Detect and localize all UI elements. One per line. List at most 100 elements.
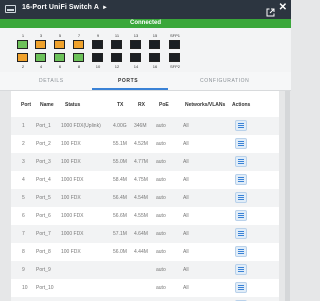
tab-details[interactable]: DETAILS [39, 78, 64, 84]
cell-tx: 57.1M [113, 231, 127, 237]
cell-poe: auto [156, 285, 166, 291]
port-16[interactable] [149, 53, 160, 62]
cell-vlans: All [183, 123, 189, 129]
port-number-label: 13 [133, 33, 139, 38]
col-header-tx: TX [117, 102, 124, 108]
expand-icon[interactable] [266, 4, 275, 17]
col-header-port: Port [21, 102, 31, 108]
port-number-label: 12 [114, 64, 120, 69]
cell-port: 3 [22, 159, 25, 165]
cell-vlans: All [183, 249, 189, 255]
table-row: 10 Port_10 auto All [11, 279, 279, 297]
chevron-right-icon: ► [102, 5, 109, 11]
port-sfp2[interactable] [169, 53, 180, 62]
edit-icon [238, 123, 244, 128]
port-12[interactable] [111, 53, 122, 62]
port-number-label: SFP2 [169, 64, 180, 69]
port-10[interactable] [92, 53, 103, 62]
cell-port: 6 [22, 213, 25, 219]
cell-poe: auto [156, 249, 166, 255]
cell-port: 10 [22, 285, 28, 291]
cell-name: Port_3 [36, 159, 51, 165]
port-number-label: SFP1 [169, 33, 180, 38]
port-sfp1[interactable] [169, 40, 180, 49]
cell-tx: 56.4M [113, 195, 127, 201]
port-2[interactable] [17, 53, 28, 62]
edit-icon [238, 249, 244, 254]
edit-port-button[interactable] [235, 138, 247, 149]
port-3[interactable] [35, 40, 46, 49]
cell-port: 2 [22, 141, 25, 147]
edit-port-button[interactable] [235, 246, 247, 257]
cell-name: Port_4 [36, 177, 51, 183]
cell-status: 100 FDX [61, 141, 81, 147]
edit-port-button[interactable] [235, 120, 247, 131]
port-9[interactable] [92, 40, 103, 49]
tab-configuration[interactable]: CONFIGURATION [200, 78, 249, 84]
cell-poe: auto [156, 177, 166, 183]
cell-rx: 4.77M [134, 159, 148, 165]
port-8[interactable] [73, 53, 84, 62]
scrollbar[interactable] [285, 91, 290, 301]
edit-port-button[interactable] [235, 228, 247, 239]
col-header-poe: PoE [159, 102, 169, 108]
edit-port-button[interactable] [235, 192, 247, 203]
table-row: 1 Port_1 1000 FDX(Uplink) 4.00G 346M auto All [11, 117, 279, 135]
active-tab-indicator [92, 88, 168, 90]
cell-port: 7 [22, 231, 25, 237]
col-header-actions: Actions [232, 102, 251, 108]
table-row: 3 Port_3 100 FDX 55.0M 4.77M auto All [11, 153, 279, 171]
cell-poe: auto [156, 123, 166, 129]
table-row: 7 Port_7 1000 FDX 57.1M 4.64M auto All [11, 225, 279, 243]
cell-poe: auto [156, 159, 166, 165]
port-panel: 1 3 5 7 9 11 13 15 SFP1 2 4 6 8 10 12 14 16 SFP2 [0, 28, 291, 72]
table-row: 6 Port_6 1000 FDX 56.6M 4.55M auto All [11, 207, 279, 225]
port-7[interactable] [73, 40, 84, 49]
cell-vlans: All [183, 213, 189, 219]
port-number-label: 15 [152, 33, 158, 38]
cell-status: 100 FDX [61, 195, 81, 201]
edit-port-button[interactable] [235, 282, 247, 293]
edit-port-button[interactable] [235, 156, 247, 167]
edit-port-button[interactable] [235, 264, 247, 275]
switch-icon [5, 5, 16, 13]
cell-status: 100 FDX [61, 159, 81, 165]
close-icon[interactable]: ✕ [279, 2, 287, 14]
port-14[interactable] [130, 53, 141, 62]
edit-icon [238, 285, 244, 290]
port-1[interactable] [17, 40, 28, 49]
col-header-rx: RX [138, 102, 145, 108]
port-5[interactable] [54, 40, 65, 49]
cell-name: Port_9 [36, 267, 51, 273]
cell-vlans: All [183, 159, 189, 165]
port-6[interactable] [54, 53, 65, 62]
edit-port-button[interactable] [235, 174, 247, 185]
cell-status: 100 FDX [61, 249, 81, 255]
col-header-name: Name [40, 102, 54, 108]
cell-name: Port_8 [36, 249, 51, 255]
cell-tx: 55.0M [113, 159, 127, 165]
cell-status: 1000 FDX [61, 231, 84, 237]
cell-port: 9 [22, 267, 25, 273]
window-title[interactable]: 16-Port UniFi Switch A ► [22, 4, 108, 11]
cell-status: 1000 FDX [61, 213, 84, 219]
col-header-status: Status [65, 102, 81, 108]
edit-icon [238, 231, 244, 236]
cell-poe: auto [156, 213, 166, 219]
port-4[interactable] [35, 53, 46, 62]
edit-icon [238, 195, 244, 200]
cell-name: Port_5 [36, 195, 51, 201]
cell-poe: auto [156, 141, 166, 147]
port-13[interactable] [130, 40, 141, 49]
status-banner: Connected [0, 19, 291, 28]
cell-rx: 4.52M [134, 141, 148, 147]
tab-ports[interactable]: PORTS [118, 78, 138, 84]
edit-port-button[interactable] [235, 210, 247, 221]
port-11[interactable] [111, 40, 122, 49]
ports-table: Port Name Status TX RX PoE Networks/VLAN… [11, 91, 279, 301]
cell-rx: 346M [134, 123, 147, 129]
port-number-label: 7 [77, 33, 81, 38]
tab-bar: DETAILS PORTS CONFIGURATION [0, 72, 291, 91]
port-15[interactable] [149, 40, 160, 49]
cell-port: 8 [22, 249, 25, 255]
